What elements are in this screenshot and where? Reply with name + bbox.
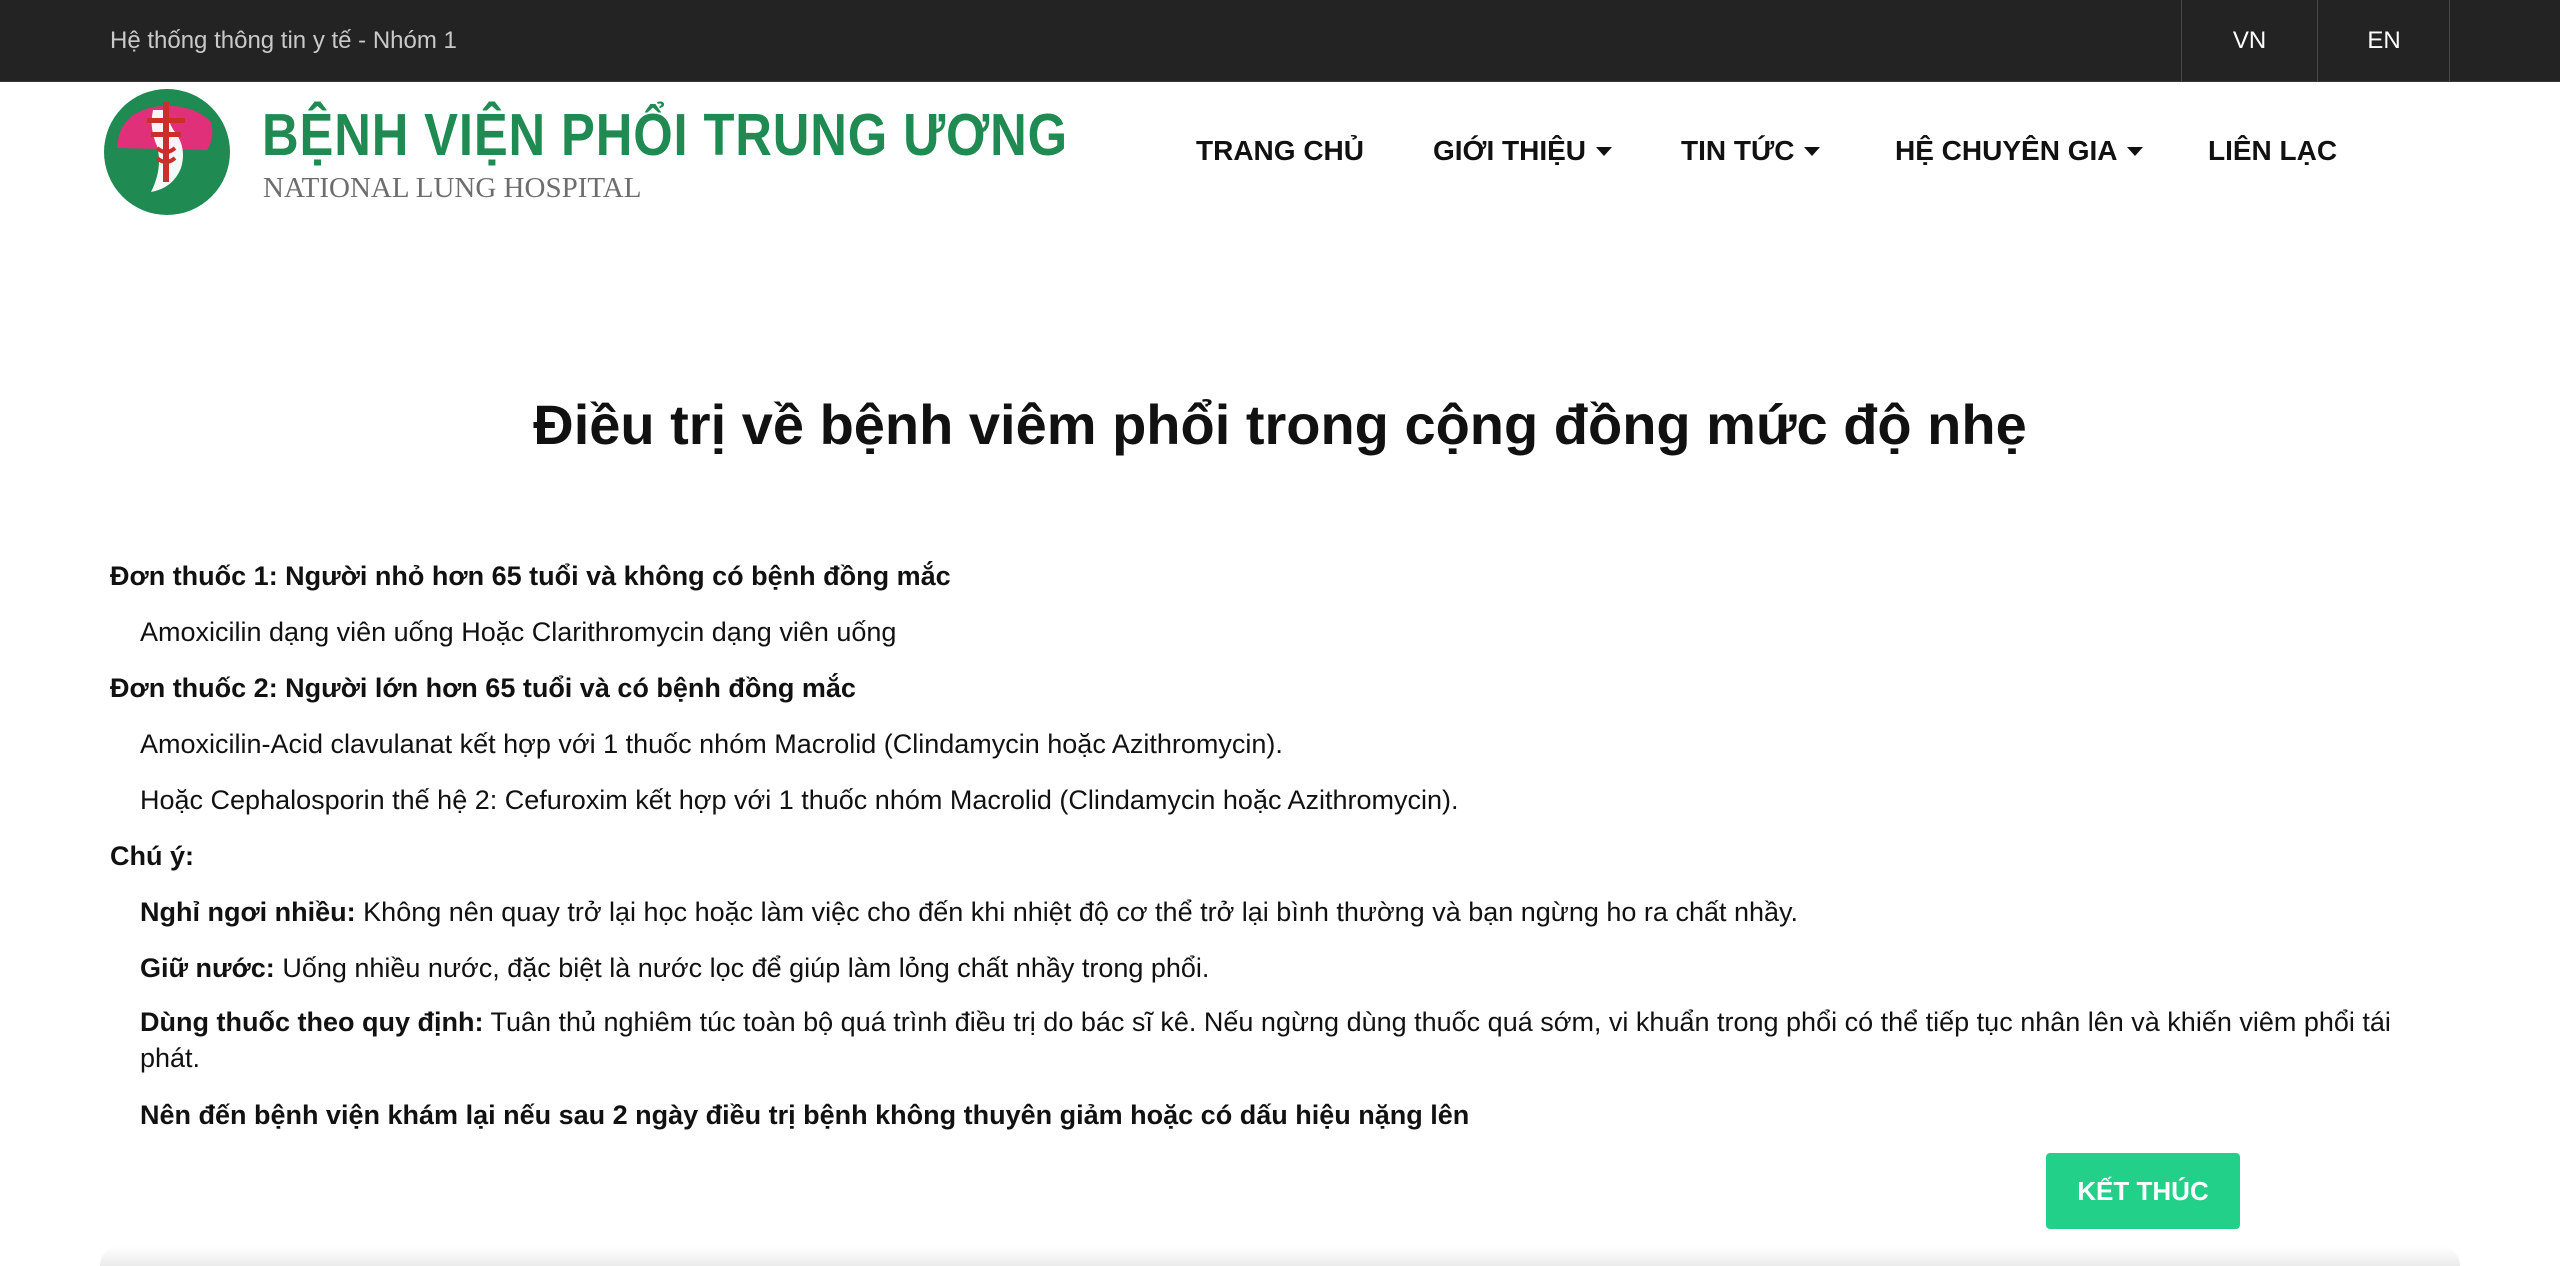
caret-down-icon bbox=[1596, 146, 1613, 156]
topbar-empty-slot bbox=[2449, 0, 2560, 81]
nav-contact-label: LIÊN LẠC bbox=[2208, 135, 2338, 166]
note-heading: Chú ý: bbox=[110, 841, 194, 871]
nav-home[interactable]: TRANG CHỦ bbox=[1196, 135, 1364, 167]
nav-about-label: GIỚI THIỆU bbox=[1433, 135, 1587, 166]
nav-contact[interactable]: LIÊN LẠC bbox=[2208, 135, 2337, 167]
note-hydration-label: Giữ nước: bbox=[140, 953, 275, 983]
nav-expert-system[interactable]: HỆ CHUYÊN GIA bbox=[1895, 135, 2144, 167]
note-rest-text: Không nên quay trở lại học hoặc làm việc… bbox=[355, 897, 1799, 927]
final-note: Nên đến bệnh viện khám lại nếu sau 2 ngà… bbox=[140, 1100, 1470, 1130]
language-vn-button[interactable]: VN bbox=[2181, 0, 2317, 81]
hospital-name-english: NATIONAL LUNG HOSPITAL bbox=[263, 172, 642, 204]
language-en-button[interactable]: EN bbox=[2317, 0, 2450, 81]
caret-down-icon bbox=[1804, 146, 1821, 156]
caret-down-icon bbox=[2127, 146, 2144, 156]
nav-home-label: TRANG CHỦ bbox=[1196, 135, 1364, 166]
prescription-1-text: Amoxicilin dạng viên uống Hoặc Clarithro… bbox=[140, 617, 897, 647]
note-medication: Dùng thuốc theo quy định: Tuân thủ nghiê… bbox=[140, 1004, 2450, 1076]
note-rest-label: Nghỉ ngơi nhiều: bbox=[140, 897, 356, 927]
note-hydration-text: Uống nhiều nước, đặc biệt là nước lọc để… bbox=[274, 953, 1210, 983]
nav-news-label: TIN TỨC bbox=[1681, 135, 1795, 166]
prescription-2-text-1: Amoxicilin-Acid clavulanat kết hợp với 1… bbox=[140, 729, 1283, 759]
page-title: Điều trị về bệnh viêm phổi trong cộng đồ… bbox=[533, 393, 2027, 456]
top-bar: Hệ thống thông tin y tế - Nhóm 1 VN EN bbox=[0, 0, 2560, 82]
prescription-2-heading: Đơn thuốc 2: Người lớn hơn 65 tuổi và có… bbox=[110, 673, 856, 703]
system-title: Hệ thống thông tin y tế - Nhóm 1 bbox=[110, 27, 457, 54]
hospital-logo-icon[interactable] bbox=[103, 88, 231, 216]
nav-about[interactable]: GIỚI THIỆU bbox=[1433, 135, 1613, 167]
finish-button[interactable]: KẾT THÚC bbox=[2046, 1153, 2240, 1229]
nav-news[interactable]: TIN TỨC bbox=[1681, 135, 1821, 167]
hospital-name: BỆNH VIỆN PHỔI TRUNG ƯƠNG bbox=[262, 102, 1069, 168]
content-card-shadow bbox=[100, 1246, 2460, 1266]
prescription-2-text-2: Hoặc Cephalosporin thế hệ 2: Cefuroxim k… bbox=[140, 785, 1459, 815]
note-hydration: Giữ nước: Uống nhiều nước, đặc biệt là n… bbox=[140, 953, 1209, 984]
note-medication-label: Dùng thuốc theo quy định: bbox=[140, 1007, 484, 1037]
note-rest: Nghỉ ngơi nhiều: Không nên quay trở lại … bbox=[140, 897, 1798, 928]
prescription-1-heading: Đơn thuốc 1: Người nhỏ hơn 65 tuổi và kh… bbox=[110, 561, 951, 591]
nav-expert-system-label: HỆ CHUYÊN GIA bbox=[1895, 135, 2118, 166]
